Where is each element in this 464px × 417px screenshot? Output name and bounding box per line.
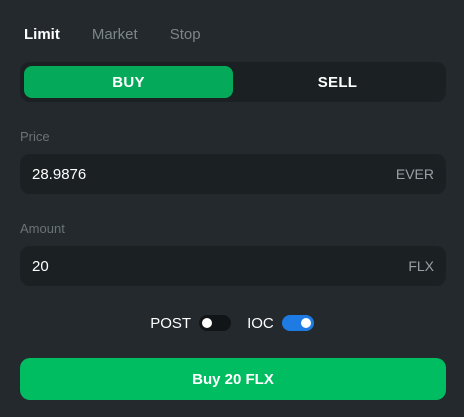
post-toggle-knob — [202, 318, 213, 328]
tab-market[interactable]: Market — [92, 26, 138, 43]
ioc-toggle-knob — [300, 318, 311, 328]
sell-button[interactable]: SELL — [233, 66, 442, 98]
price-value[interactable]: 28.9876 — [32, 166, 86, 183]
price-unit: EVER — [395, 166, 434, 182]
amount-label: Amount — [20, 221, 65, 236]
price-label: Price — [20, 129, 50, 144]
price-field[interactable]: 28.9876 EVER — [20, 154, 446, 194]
order-options: POST IOC — [0, 312, 464, 334]
buy-button[interactable]: BUY — [24, 66, 233, 98]
order-type-tabs: Limit Market Stop — [24, 24, 233, 44]
tab-limit[interactable]: Limit — [24, 26, 60, 43]
amount-unit: FLX — [408, 258, 434, 274]
amount-field[interactable]: 20 FLX — [20, 246, 446, 286]
amount-value[interactable]: 20 — [32, 258, 49, 275]
ioc-toggle[interactable] — [281, 315, 314, 331]
post-option: POST — [150, 314, 232, 332]
ioc-label: IOC — [247, 314, 274, 332]
tab-stop[interactable]: Stop — [170, 26, 201, 43]
submit-order-button[interactable]: Buy 20 FLX — [20, 358, 446, 400]
post-label: POST — [150, 314, 192, 332]
ioc-option: IOC — [247, 315, 314, 332]
buy-sell-toggle: BUY SELL — [20, 62, 446, 102]
post-toggle[interactable] — [199, 315, 232, 331]
